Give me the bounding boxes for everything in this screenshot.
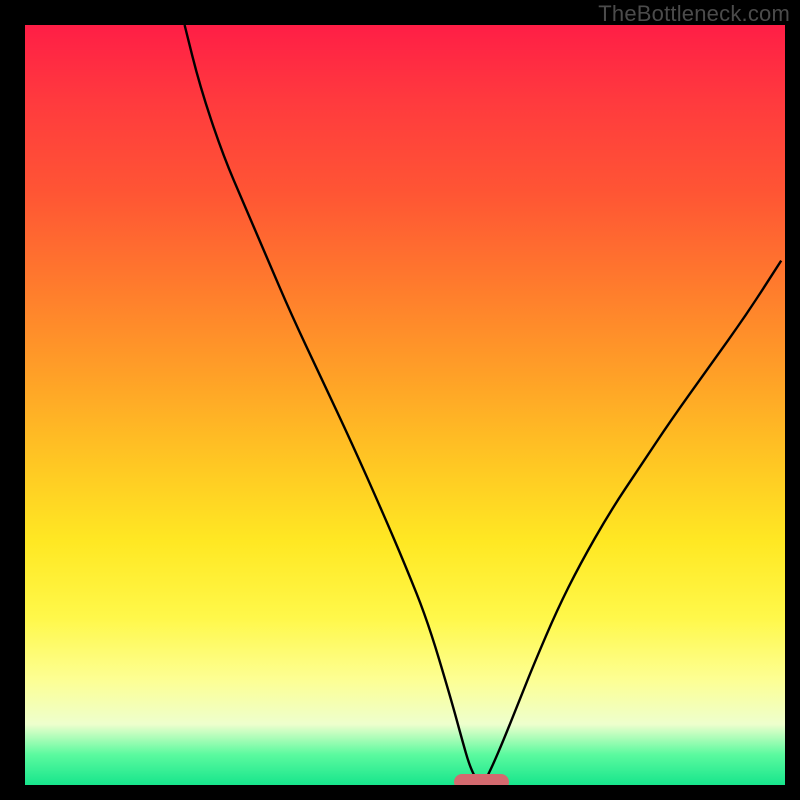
chart-frame: TheBottleneck.com — [0, 0, 800, 800]
plot-area — [25, 25, 785, 785]
watermark-text: TheBottleneck.com — [598, 1, 790, 27]
bottom-marker — [454, 774, 509, 785]
curve-layer — [25, 25, 785, 785]
curve-path — [185, 25, 782, 781]
